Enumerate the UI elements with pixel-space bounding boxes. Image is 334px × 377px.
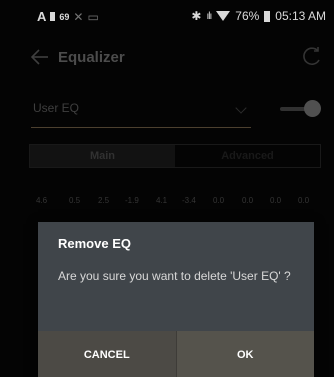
dialog-title: Remove EQ: [58, 236, 131, 251]
dialog-buttons: CANCEL OK: [38, 331, 314, 377]
screen: A 69 ✕ ▭ ✱ ılı 76% 05:13 AM Equalizer Us…: [0, 0, 334, 377]
cancel-button[interactable]: CANCEL: [38, 331, 176, 377]
ok-button[interactable]: OK: [175, 331, 314, 377]
remove-eq-dialog: Remove EQ Are you sure you want to delet…: [38, 222, 314, 377]
dialog-message: Are you sure you want to delete 'User EQ…: [58, 269, 291, 283]
